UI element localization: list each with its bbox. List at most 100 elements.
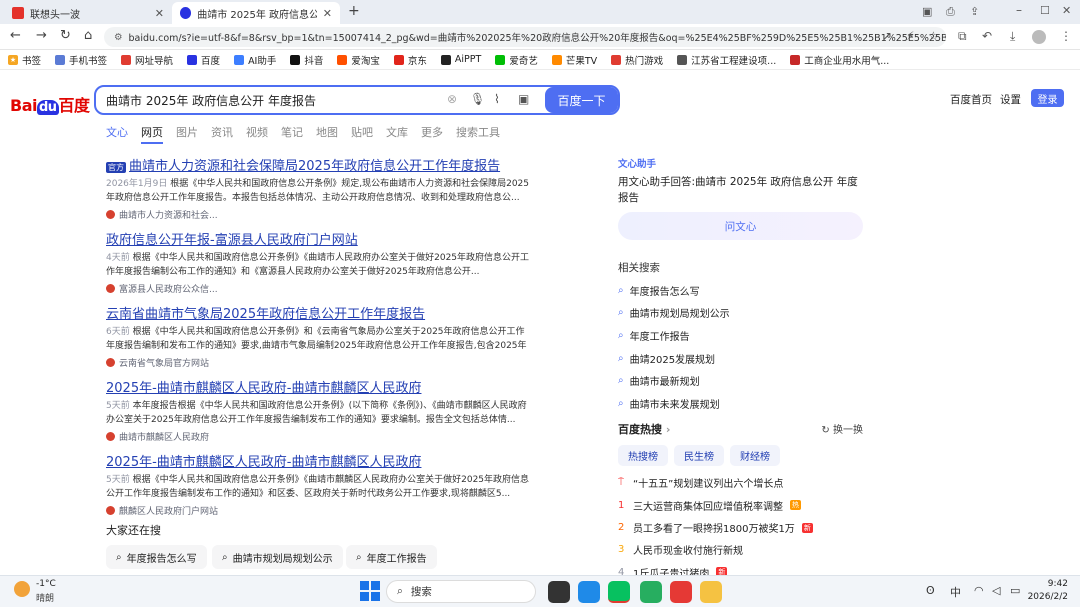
- windows-start-icon[interactable]: [360, 581, 380, 601]
- task-view-icon[interactable]: [548, 581, 570, 603]
- bookmark[interactable]: 爱淘宝: [337, 53, 380, 67]
- bookmark[interactable]: 热门游戏: [611, 53, 663, 67]
- tab-more[interactable]: 更多: [421, 124, 443, 144]
- menu-icon[interactable]: ⋮: [1060, 29, 1072, 43]
- profile-avatar[interactable]: [1032, 30, 1046, 44]
- result-source[interactable]: 曲靖市麒麟区人民政府: [106, 430, 530, 443]
- reload-icon[interactable]: ↻: [60, 28, 71, 43]
- hot-item[interactable]: ⍑ “十五五”规划建议列出六个增长点: [618, 472, 863, 494]
- back-icon[interactable]: ←: [10, 28, 21, 43]
- share-page-icon[interactable]: ↗: [882, 29, 892, 43]
- volume-icon[interactable]: ◁: [992, 584, 1000, 597]
- tab-images[interactable]: 图片: [176, 124, 198, 144]
- tab-notes[interactable]: 笔记: [281, 124, 303, 144]
- tab-map[interactable]: 地图: [316, 124, 338, 144]
- also-searched-chip[interactable]: ⌕ 年度报告怎么写: [106, 545, 207, 569]
- tab-lenovo[interactable]: 联想头一波 ✕: [4, 2, 172, 24]
- messages-icon[interactable]: [640, 581, 662, 603]
- history-back-icon[interactable]: ↶: [982, 29, 992, 43]
- result-title-link[interactable]: 2025年-曲靖市麒麟区人民政府-曲靖市麒麟区人民政府: [106, 377, 530, 396]
- close-tab-icon[interactable]: ✕: [155, 7, 164, 20]
- site-info-icon[interactable]: ⚙: [114, 32, 123, 43]
- tab-hot[interactable]: 热搜榜: [618, 444, 668, 466]
- home-icon[interactable]: ⌂: [84, 28, 92, 43]
- maximize-icon[interactable]: ☐: [1040, 4, 1050, 17]
- result-title-link[interactable]: 政府信息公开年报-富源县人民政府门户网站: [106, 229, 530, 248]
- result-title-link[interactable]: 官方 曲靖市人力资源和社会保障局2025年政府信息公开工作年度报告: [106, 155, 530, 174]
- minimize-icon[interactable]: –: [1016, 3, 1022, 17]
- print-icon[interactable]: ⎙: [946, 5, 955, 19]
- hot-item[interactable]: 1 三大运营商集体回应增值税率调整热: [618, 494, 863, 516]
- bookmark[interactable]: 爱奇艺: [495, 53, 538, 67]
- hot-item[interactable]: 3 人民币现金收付施行新规: [618, 539, 863, 561]
- share-icon[interactable]: ⇪: [970, 5, 979, 18]
- tab-livelihood[interactable]: 民生榜: [674, 444, 724, 466]
- search-input[interactable]: 曲靖市 2025年 政府信息公开 年度报告: [94, 85, 620, 115]
- hot-item[interactable]: 2 员工多看了一眼搀拐1800万被奖1万新: [618, 516, 863, 538]
- favorite-star-icon[interactable]: ☆: [928, 29, 939, 43]
- wps-icon[interactable]: [670, 581, 692, 603]
- tab-news[interactable]: 资讯: [211, 124, 233, 144]
- attach-icon[interactable]: ⌇: [494, 92, 500, 106]
- tab-actions-icon[interactable]: ▣: [922, 5, 932, 18]
- wifi-icon[interactable]: ◠: [974, 584, 984, 597]
- forward-icon[interactable]: →: [36, 28, 47, 43]
- close-tab-icon[interactable]: ✕: [323, 7, 332, 20]
- bookmark[interactable]: AI助手: [234, 53, 276, 67]
- tab-finance[interactable]: 财经榜: [730, 444, 780, 466]
- close-window-icon[interactable]: ✕: [1062, 4, 1071, 17]
- tab-wenxin[interactable]: 文心: [106, 124, 128, 144]
- related-item[interactable]: ⌕ 曲靖市最新规划: [618, 369, 863, 392]
- taskbar-search[interactable]: ⌕ 搜索: [386, 580, 536, 603]
- refresh-button[interactable]: ↻ 换一换: [821, 421, 863, 436]
- edge-icon[interactable]: [578, 581, 600, 603]
- result-source[interactable]: 麒麟区人民政府门户网站: [106, 504, 530, 517]
- bookmark[interactable]: ★ 书签: [8, 53, 41, 67]
- ime-indicator[interactable]: 中: [950, 584, 961, 600]
- wechat-icon[interactable]: [608, 581, 630, 603]
- tab-wenku[interactable]: 文库: [386, 124, 408, 144]
- tab-web[interactable]: 网页: [141, 124, 163, 144]
- bookmark[interactable]: 网址导航: [121, 53, 173, 67]
- related-item[interactable]: ⌕ 曲靖市未来发展规划: [618, 392, 863, 415]
- folder-icon[interactable]: [700, 581, 722, 603]
- microphone-icon[interactable]: 🎙︎: [470, 92, 485, 106]
- clear-icon[interactable]: ⊗: [447, 92, 457, 106]
- related-item[interactable]: ⌕ 曲靖市规划局规划公示: [618, 302, 863, 325]
- related-item[interactable]: ⌕ 年度工作报告: [618, 324, 863, 347]
- related-item[interactable]: ⌕ 年度报告怎么写: [618, 279, 863, 302]
- extension-icon[interactable]: ⚡: [906, 29, 914, 43]
- result-source[interactable]: 曲靖市人力资源和社会...: [106, 208, 530, 221]
- result-title-link[interactable]: 2025年-曲靖市麒麟区人民政府-曲靖市麒麟区人民政府: [106, 451, 530, 470]
- login-button[interactable]: 登录: [1031, 89, 1064, 107]
- bookmark[interactable]: 抖音: [290, 53, 323, 67]
- extensions-icon[interactable]: ⧉: [958, 29, 967, 44]
- tab-search-tools[interactable]: 搜索工具: [456, 124, 500, 144]
- hot-search-heading[interactable]: 百度热搜 ›: [618, 421, 670, 437]
- result-title-link[interactable]: 云南省曲靖市气象局2025年政府信息公开工作年度报告: [106, 303, 530, 322]
- image-search-icon[interactable]: ▣: [518, 92, 529, 106]
- tab-tieba[interactable]: 贴吧: [351, 124, 373, 144]
- tab-baidu[interactable]: 曲靖市 2025年 政府信息公开 年度报 ✕: [172, 2, 340, 24]
- bookmark[interactable]: 芒果TV: [551, 53, 597, 67]
- settings-link[interactable]: 设置: [1000, 92, 1021, 107]
- also-searched-chip[interactable]: ⌕ 年度工作报告: [346, 545, 437, 569]
- tab-video[interactable]: 视频: [246, 124, 268, 144]
- result-source[interactable]: 富源县人民政府公众信...: [106, 282, 530, 295]
- new-tab-button[interactable]: +: [348, 3, 360, 19]
- bluetooth-icon[interactable]: ʘ: [926, 584, 935, 597]
- baidu-home-link[interactable]: 百度首页: [950, 92, 992, 107]
- baidu-logo[interactable]: Bai du 百度: [10, 92, 90, 116]
- search-button[interactable]: 百度一下: [545, 87, 618, 113]
- related-item[interactable]: ⌕ 曲靖2025发展规划: [618, 347, 863, 370]
- bookmark[interactable]: 工商企业用水用气...: [790, 53, 889, 67]
- bookmark[interactable]: AiPPT: [440, 54, 481, 65]
- ask-wenxin-button[interactable]: 问文心: [618, 212, 863, 240]
- clock-time[interactable]: 9:42: [1038, 579, 1068, 589]
- url-field[interactable]: ⚙ baidu.com/s?ie=utf-8&f=8&rsv_bp=1&tn=1…: [104, 27, 946, 47]
- bookmark[interactable]: 京东: [393, 53, 427, 67]
- weather-icon[interactable]: [14, 581, 30, 597]
- result-source[interactable]: 云南省气象局官方网站: [106, 356, 530, 369]
- bookmark[interactable]: 江苏省工程建设项...: [677, 53, 776, 67]
- also-searched-chip[interactable]: ⌕ 曲靖市规划局规划公示: [212, 545, 343, 569]
